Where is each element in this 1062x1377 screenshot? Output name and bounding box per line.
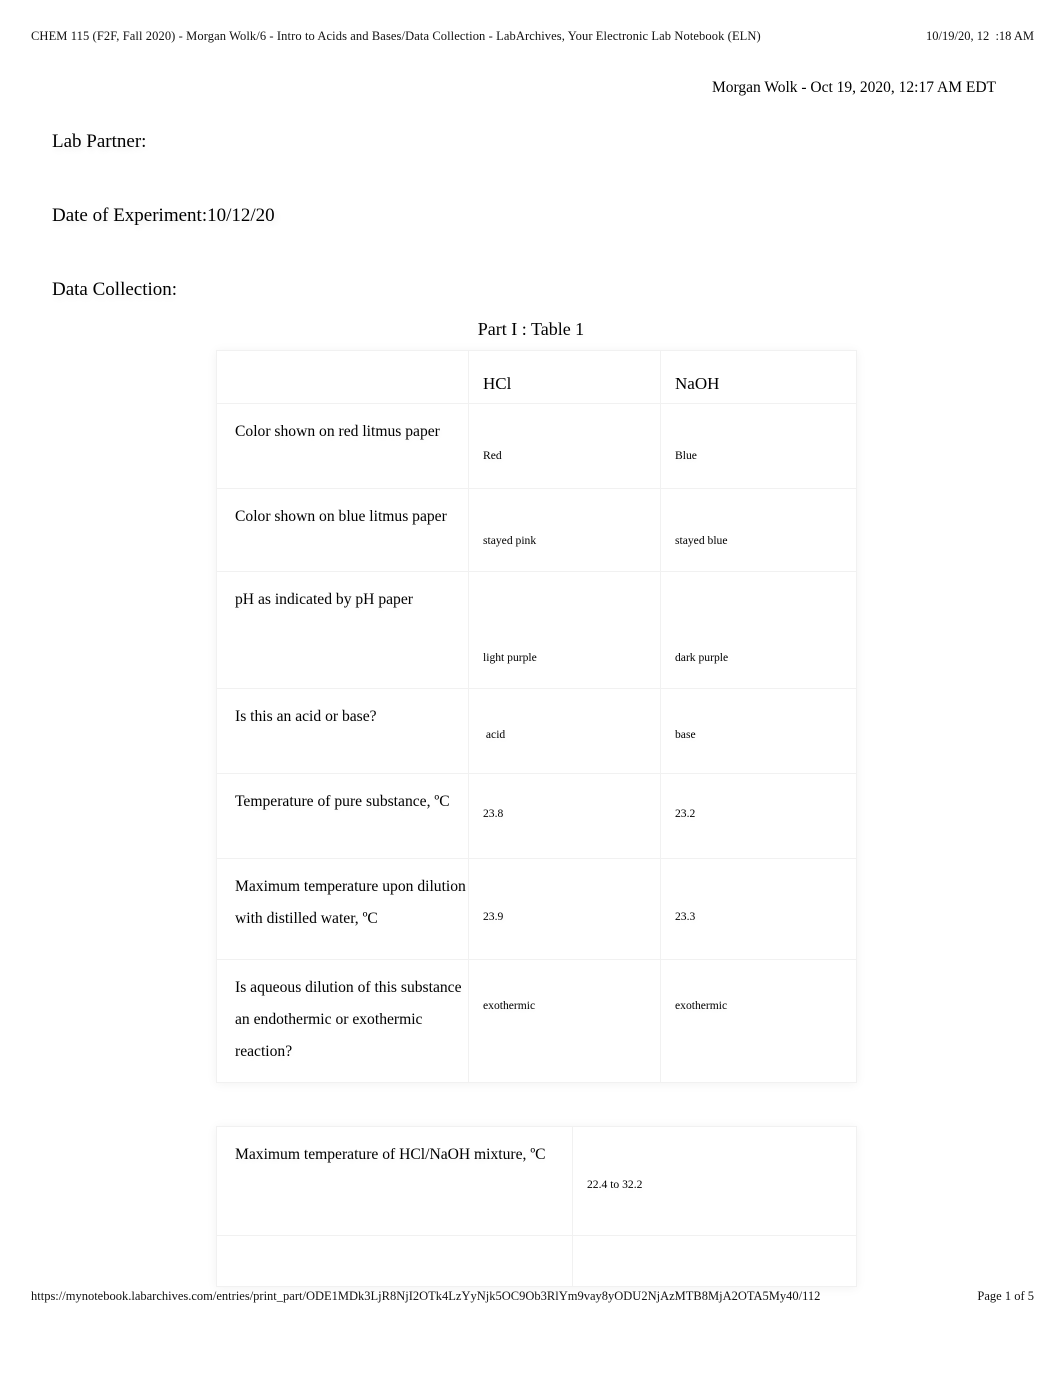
row-value-cell-hcl[interactable]: stayed pink [468,488,661,572]
row-value-cell-naoh[interactable]: stayed blue [660,488,857,572]
data-table-mixture: Maximum temperature of HCl/NaOH mixture,… [216,1126,857,1287]
table-row: Temperature of pure substance, ºC 23.8 2… [216,773,857,859]
row-label-text: Temperature of pure substance, ºC [235,793,450,810]
row-value-cell-hcl[interactable]: light purple [468,571,661,689]
row-label-cell: Is this an acid or base? [216,688,469,774]
row-value-naoh-text: Blue [675,449,697,462]
row-value-hcl-text: Red [483,449,502,462]
row-value-cell-naoh[interactable]: Blue [660,403,857,489]
row-value-naoh-text: 23.3 [675,910,696,923]
row-value-hcl-text: exothermic [483,999,536,1012]
row-label-cell: Maximum temperature upon dilution with d… [216,858,469,960]
row-value-cell-hcl[interactable]: Red [468,403,661,489]
table-header-cell-blank [216,350,469,404]
row-label-text: Color shown on red litmus paper [235,423,440,440]
row-value-hcl-text: stayed pink [483,534,537,547]
print-footer: https://mynotebook.labarchives.com/entri… [0,1288,1062,1308]
row-label-text: Is aqueous dilution of this substance an… [235,979,462,1060]
row-value-cell-naoh[interactable]: 23.3 [660,858,857,960]
table-1-title-text: Part I : Table 1 [477,319,585,339]
row-label-cell-empty [216,1235,573,1287]
table-row: Is this an acid or base? acid base [216,688,857,774]
row-value-cell-hcl[interactable]: 23.8 [468,773,661,859]
row-value-hcl-text: 23.8 [483,807,504,820]
row-label-cell: pH as indicated by pH paper [216,571,469,689]
row-label-text: Is this an acid or base? [235,708,377,725]
row-value-cell-naoh[interactable]: dark purple [660,571,857,689]
row-value-cell-mixture[interactable]: 22.4 to 32.2 [572,1126,857,1236]
table-header-hcl-text: HCl [483,374,512,393]
row-label-text: pH as indicated by pH paper [235,591,413,608]
row-label-text: Maximum temperature of HCl/NaOH mixture,… [235,1146,546,1163]
row-label-cell: Temperature of pure substance, ºC [216,773,469,859]
row-value-cell-empty[interactable] [572,1235,857,1287]
row-value-cell-hcl[interactable]: acid [468,688,661,774]
table-1-title: Part I : Table 1 [0,317,1062,341]
table-row: Is aqueous dilution of this substance an… [216,959,857,1083]
row-label-cell: Color shown on red litmus paper [216,403,469,489]
field-lab-partner: Lab Partner: [52,131,147,152]
print-footer-url: https://mynotebook.labarchives.com/entri… [31,1289,821,1303]
row-value-naoh-text: base [675,728,696,741]
row-value-cell-hcl[interactable]: exothermic [468,959,661,1083]
row-label-cell: Maximum temperature of HCl/NaOH mixture,… [216,1126,573,1236]
row-value-naoh-text: 23.2 [675,807,696,820]
row-value-cell-naoh[interactable]: 23.2 [660,773,857,859]
row-label-text: Maximum temperature upon dilution with d… [235,878,466,927]
table-row: pH as indicated by pH paper light purple… [216,571,857,689]
table-header-naoh-text: NaOH [675,374,720,393]
print-footer-page-indicator: Page 1 of 5 [977,1289,1034,1303]
row-value-naoh-text: dark purple [675,651,729,664]
table-row: Maximum temperature upon dilution with d… [216,858,857,960]
row-label-cell: Color shown on blue litmus paper [216,488,469,572]
table-row: Color shown on blue litmus paper stayed … [216,488,857,572]
field-data-collection: Data Collection: [52,279,178,300]
table-row: Color shown on red litmus paper Red Blue [216,403,857,489]
row-label-cell: Is aqueous dilution of this substance an… [216,959,469,1083]
row-value-hcl-text: 23.9 [483,910,504,923]
field-date-of-experiment: Date of Experiment:10/12/20 [52,205,275,226]
entry-byline: Morgan Wolk - Oct 19, 2020, 12:17 AM EDT [711,79,996,96]
row-value-text-empty [573,1236,856,1286]
data-table-part-1: HCl NaOH Color shown on red litmus paper… [216,350,857,1083]
page-body: Morgan Wolk - Oct 19, 2020, 12:17 AM EDT… [0,0,1062,1287]
row-value-hcl-text: light purple [483,651,537,664]
table-row [216,1235,857,1287]
row-value-cell-naoh[interactable]: base [660,688,857,774]
row-value-naoh-text: stayed blue [675,534,728,547]
row-value-naoh-text: exothermic [675,999,728,1012]
row-value-cell-hcl[interactable]: 23.9 [468,858,661,960]
row-value-mixture-text: 22.4 to 32.2 [587,1178,643,1191]
row-value-cell-naoh[interactable]: exothermic [660,959,857,1083]
table-header-cell-hcl: HCl [468,350,661,404]
table-row-header: HCl NaOH [216,350,857,404]
table-header-blank-text [217,351,468,373]
row-value-hcl-text: acid [483,728,506,741]
row-label-text: Color shown on blue litmus paper [235,508,447,525]
table-row: Maximum temperature of HCl/NaOH mixture,… [216,1126,857,1236]
table-header-cell-naoh: NaOH [660,350,857,404]
